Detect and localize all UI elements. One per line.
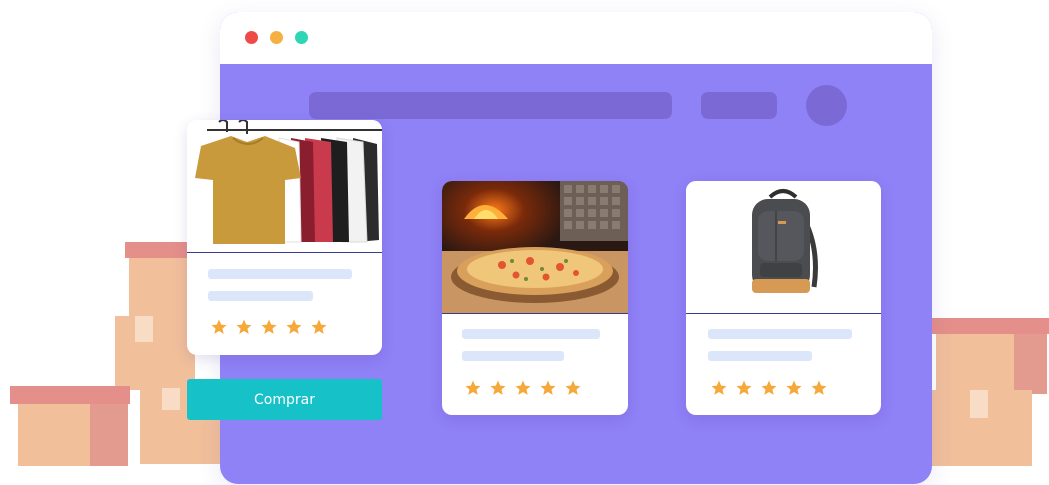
product-card-backpack[interactable] [686,181,881,415]
backpack-image [686,181,881,313]
cardboard-box-left-bottom [10,386,130,466]
nav-button-placeholder[interactable] [701,92,777,119]
star-icon [540,380,556,395]
cardboard-box-left-middle [115,316,195,390]
star-icon [236,319,252,334]
pizza-image [442,181,628,313]
star-rating [210,318,328,336]
star-icon [786,380,802,395]
clothes-rack-image [187,120,382,252]
product-card-pizza[interactable] [442,181,628,415]
star-icon [515,380,531,395]
minimize-dot-icon[interactable] [270,31,283,44]
star-icon [736,380,752,395]
title-placeholder [708,329,852,339]
cardboard-box-right-bottom [932,390,1032,466]
cardboard-box-left-top [125,242,195,320]
title-placeholder [208,269,352,279]
star-icon [565,380,581,395]
star-icon [490,380,506,395]
star-icon [286,319,302,334]
star-icon [311,319,327,334]
star-rating [710,379,828,397]
avatar[interactable] [806,85,847,126]
card-divider [187,252,382,253]
star-icon [811,380,827,395]
maximize-dot-icon[interactable] [295,31,308,44]
product-card-clothes[interactable] [187,120,382,355]
star-icon [761,380,777,395]
address-bar-placeholder[interactable] [309,92,672,119]
star-icon [211,319,227,334]
window-titlebar [220,12,932,64]
star-icon [261,319,277,334]
star-icon [711,380,727,395]
title-placeholder [462,329,600,339]
close-dot-icon[interactable] [245,31,258,44]
card-divider [442,313,628,314]
star-rating [464,379,582,397]
subtitle-placeholder [208,291,313,301]
cardboard-box-right-top [930,318,1049,394]
star-icon [465,380,481,395]
subtitle-placeholder [462,351,564,361]
subtitle-placeholder [708,351,812,361]
card-divider [686,313,881,314]
buy-button[interactable]: Comprar [187,379,382,420]
